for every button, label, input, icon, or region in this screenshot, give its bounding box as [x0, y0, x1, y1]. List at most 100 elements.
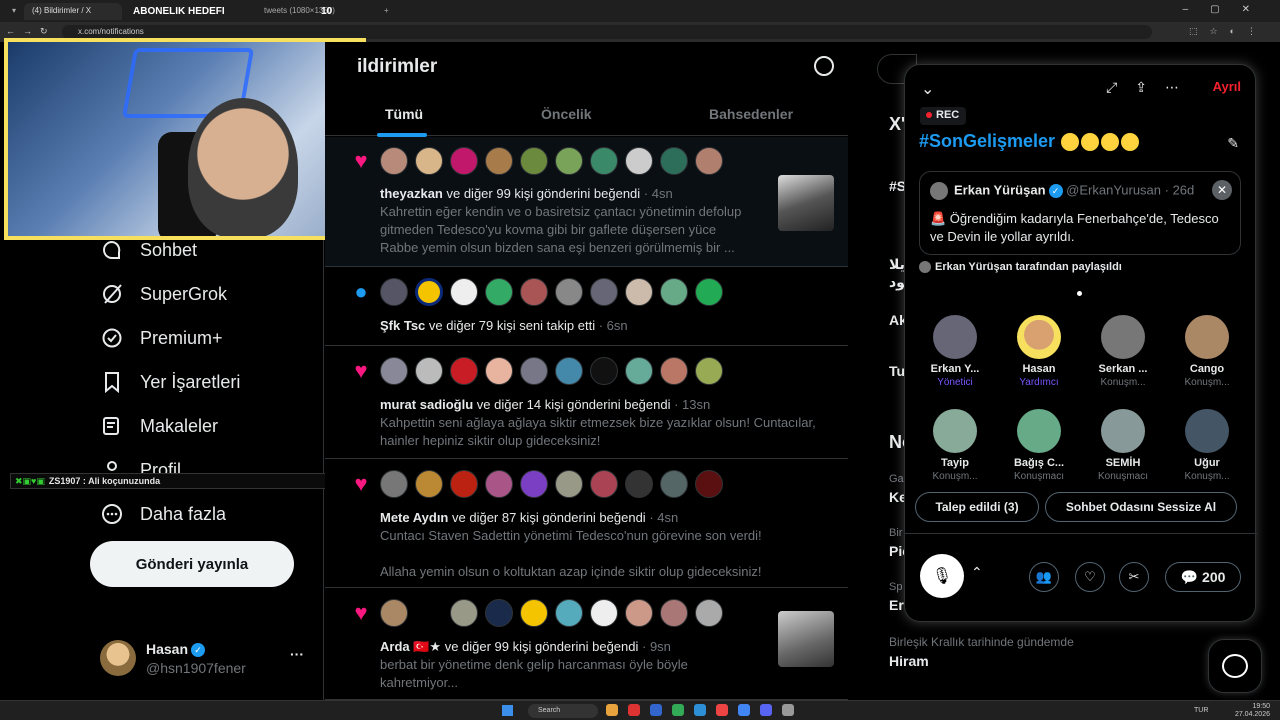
avatar	[625, 470, 653, 498]
avatar	[660, 147, 688, 175]
requested-button[interactable]: Talep edildi (3)	[915, 492, 1039, 522]
tab-priority[interactable]: Öncelik	[541, 106, 592, 122]
speaker[interactable]: Bağış C... Konuşmacı	[997, 409, 1081, 482]
app-icon[interactable]	[760, 704, 772, 716]
shared-by: Erkan Yürüşan tarafından paylaşıldı	[919, 261, 1122, 274]
tab-all[interactable]: Tümü	[385, 106, 423, 122]
avatar	[415, 599, 443, 627]
trend-context: Birleşik Krallık tarihinde gündemde	[889, 635, 1074, 649]
windows-start-icon[interactable]	[502, 705, 513, 716]
avatar-row	[380, 357, 730, 385]
notification-item[interactable]: ♥ Arda 🇹🇷★ ve diğer 99 kişi gönderini be…	[325, 589, 848, 700]
leave-button[interactable]: Ayrıl	[1213, 79, 1241, 94]
people-icon[interactable]: 👥	[1029, 562, 1059, 592]
scissors-icon[interactable]: ✂	[1119, 562, 1149, 592]
app-icon[interactable]	[628, 704, 640, 716]
more-circle-icon	[100, 502, 124, 526]
avatar	[380, 357, 408, 385]
tab-mentions[interactable]: Bahsedenler	[709, 106, 793, 122]
app-icon[interactable]	[738, 704, 750, 716]
sidebar-item-bookmarks[interactable]: Yer İşaretleri	[100, 370, 240, 394]
heart-icon: ♥	[354, 148, 368, 173]
pinned-post[interactable]: Erkan Yürüşan ✓ @ErkanYurusan · 26d ✕ 🚨 Ö…	[919, 171, 1241, 255]
url-field[interactable]: x.com/notifications	[62, 25, 1152, 39]
avatar	[590, 599, 618, 627]
browser-toolbar-icons[interactable]: ⬚☆◐⋮	[1189, 26, 1268, 37]
record-dot-icon	[926, 112, 932, 119]
speaker[interactable]: Hasan Yardımcı	[997, 315, 1081, 388]
notification-item[interactable]: ♥ theyazkan ve diğer 99 kişi gönderini b…	[325, 137, 848, 267]
heart-icon: ♥	[354, 471, 368, 496]
sidebar-item-chat[interactable]: Sohbet	[100, 238, 197, 262]
window-controls[interactable]: –▢✕	[1183, 4, 1272, 15]
trend-name[interactable]: Hiram	[889, 653, 929, 669]
avatar	[933, 409, 977, 453]
notification-item[interactable]: ♥ murat sadioğlu ve diğer 14 kişi gönder…	[325, 347, 848, 459]
more-dots-icon[interactable]: ···	[290, 646, 304, 662]
heart-plus-icon[interactable]: ♡	[1075, 562, 1105, 592]
taskbar-search[interactable]: Search	[528, 704, 598, 718]
speaker[interactable]: Erkan Y... Yönetici	[913, 315, 997, 388]
speaker[interactable]: Uğur Konuşm...	[1165, 409, 1249, 482]
tab-tweets[interactable]: tweets (1080×1350)	[256, 3, 366, 20]
sidebar-item-articles[interactable]: Makaleler	[100, 414, 218, 438]
avatar	[660, 357, 688, 385]
avatar	[485, 599, 513, 627]
speaker[interactable]: SEMİH Konuşmacı	[1081, 409, 1165, 482]
app-icon[interactable]	[694, 704, 706, 716]
avatar	[450, 357, 478, 385]
person-follow-icon: ●	[354, 279, 368, 304]
notification-text: Arda 🇹🇷★ ve diğer 99 kişi gönderini beğe…	[380, 639, 671, 654]
app-icon[interactable]	[650, 704, 662, 716]
app-icon[interactable]	[782, 704, 794, 716]
new-tab-button[interactable]: +	[376, 3, 396, 20]
nav-buttons[interactable]: ←→↻	[6, 26, 56, 37]
app-icon[interactable]	[672, 704, 684, 716]
media-thumbnail[interactable]	[778, 175, 834, 231]
tab-menu-icon[interactable]: ▾	[4, 3, 20, 20]
app-icon[interactable]	[606, 704, 618, 716]
avatar	[450, 599, 478, 627]
messages-button[interactable]	[1208, 639, 1262, 693]
comments-button[interactable]: 💬 200	[1165, 562, 1241, 592]
notification-item[interactable]: ● Şfk Tsc ve diğer 79 kişi seni takip et…	[325, 268, 848, 346]
sidebar-item-premium[interactable]: Premium+	[100, 326, 223, 350]
pencil-icon[interactable]: ✎	[1227, 135, 1239, 152]
stream-chat-message: ✖▣♥▣ ZS1907 : Ali koçunuzunda	[10, 473, 350, 489]
app-icon[interactable]	[716, 704, 728, 716]
taskbar-apps	[606, 704, 804, 716]
speaker[interactable]: Serkan ... Konuşm...	[1081, 315, 1165, 388]
language-indicator[interactable]: TUR	[1194, 707, 1208, 714]
verified-badge-icon	[100, 326, 124, 350]
mute-space-button[interactable]: Sohbet Odasını Sessize Al	[1045, 492, 1237, 522]
avatar	[415, 278, 443, 306]
avatar-row	[380, 278, 730, 306]
avatar	[1101, 315, 1145, 359]
space-controls: 🎙 ⌃ 👥 ♡ ✂ 💬 200	[905, 533, 1257, 623]
trend-fragment: Bir	[889, 527, 903, 539]
close-icon[interactable]: ✕	[1212, 180, 1232, 200]
post-button[interactable]: Gönderi yayınla	[90, 541, 294, 587]
sidebar-item-supergrok[interactable]: SuperGrok	[100, 282, 227, 306]
microphone-icon[interactable]: 🎙	[920, 554, 964, 598]
notification-preview: Kahrettin eğer kendin ve o basiretsiz ça…	[380, 204, 742, 255]
notification-item[interactable]: ♥ Mete Aydın ve diğer 87 kişi gönderini …	[325, 460, 848, 588]
avatar	[1185, 315, 1229, 359]
avatar	[450, 147, 478, 175]
account-handle: @hsn1907fener	[146, 660, 246, 676]
sidebar-item-more[interactable]: Daha fazla	[100, 502, 226, 526]
speaker[interactable]: Tayip Konuşm...	[913, 409, 997, 482]
account-switcher[interactable]: Hasan ✓ @hsn1907fener ···	[100, 638, 310, 680]
grok-icon	[100, 282, 124, 306]
chevron-down-icon[interactable]: ⌄	[921, 79, 934, 99]
tab-notifications[interactable]: (4) Bildirimler / X	[24, 3, 122, 20]
avatar	[660, 278, 688, 306]
speaker[interactable]: Cango Konuşm...	[1165, 315, 1249, 388]
chevron-up-icon[interactable]: ⌃	[971, 564, 983, 581]
sidebar-item-label: Sohbet	[140, 239, 198, 260]
avatar	[415, 357, 443, 385]
clock[interactable]: 19:50 27.04.2026	[1235, 703, 1270, 719]
space-actions[interactable]: ⤢⇪⋯	[1106, 79, 1197, 96]
media-thumbnail[interactable]	[778, 611, 834, 667]
gear-icon[interactable]	[814, 56, 834, 76]
